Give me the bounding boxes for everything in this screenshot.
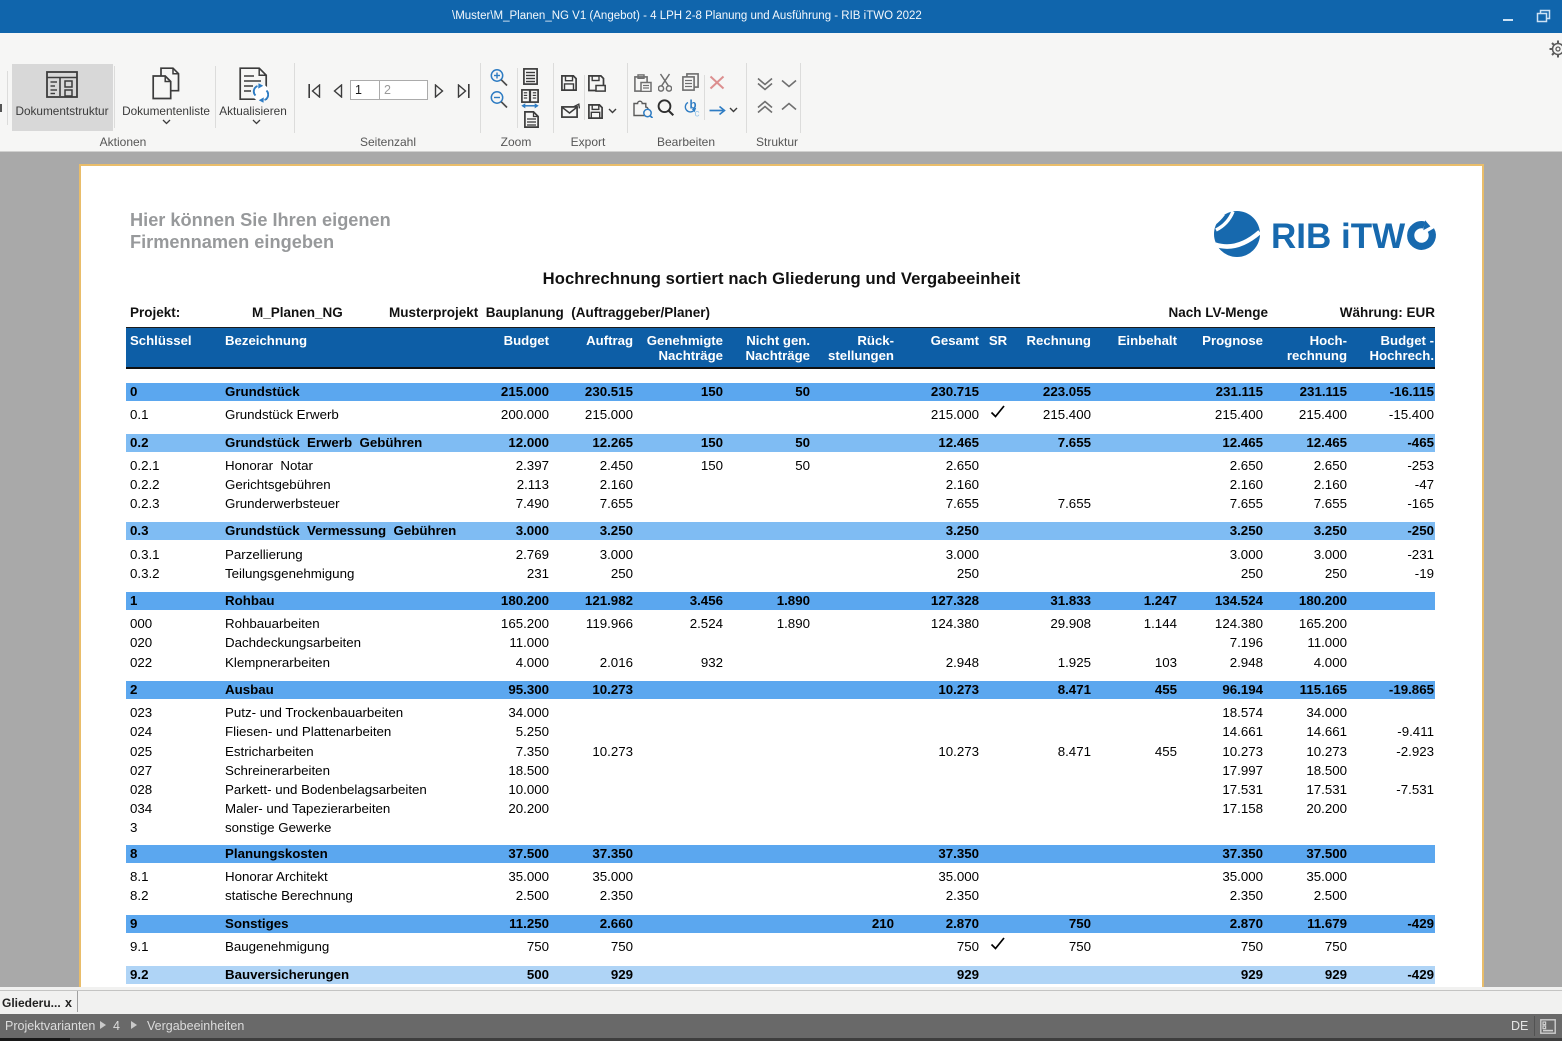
svg-text:c: c — [695, 109, 700, 119]
